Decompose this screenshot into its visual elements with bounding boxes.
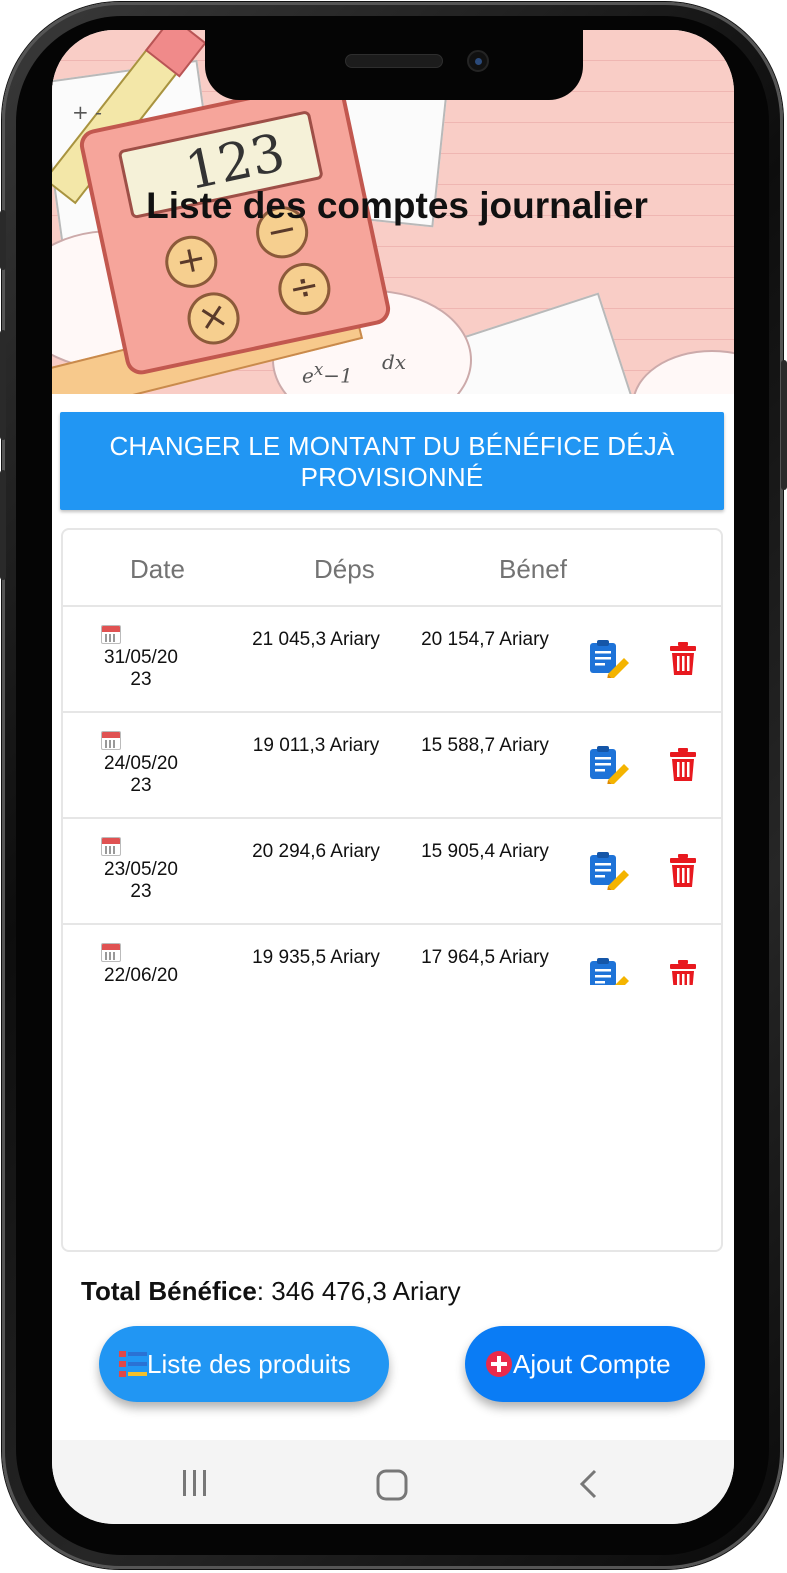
total-value: : 346 476,3 Ariary [256, 1276, 461, 1306]
edit-clipboard-icon[interactable] [588, 850, 630, 890]
product-list-button[interactable]: Liste des produits [99, 1326, 389, 1402]
row-deps: 21 045,3 Ariary [252, 629, 380, 650]
calendar-icon [101, 625, 121, 644]
trash-icon[interactable] [669, 960, 697, 985]
row-date: 23/05/20 23 [104, 859, 178, 902]
app-screen: + - ex−1 dx 123 + − × ÷ Liste des compte… [52, 30, 734, 1524]
row-benef: 20 154,7 Ariary [421, 629, 549, 650]
row-deps: 20 294,6 Ariary [252, 841, 380, 862]
row-date: 31/05/20 23 [104, 647, 178, 690]
recent-apps-icon[interactable] [180, 1468, 210, 1498]
column-header-benef: Bénef [499, 554, 567, 584]
column-header-date: Date [130, 554, 185, 584]
total-label: Total Bénéfice [81, 1276, 257, 1306]
edit-clipboard-icon[interactable] [588, 956, 630, 985]
trash-icon[interactable] [669, 642, 697, 676]
add-account-label: Ajout Compte [513, 1349, 671, 1379]
table-row: 23/05/20 23 20 294,6 Ariary 15 905,4 Ari… [63, 819, 721, 925]
android-navbar [52, 1440, 734, 1524]
table-header: Date Déps Bénef [63, 530, 721, 607]
row-deps: 19 935,5 Ariary [252, 947, 380, 968]
row-benef: 17 964,5 Ariary [421, 947, 549, 968]
speaker-grille [345, 54, 443, 68]
page-title: Liste des comptes journalier [146, 185, 648, 226]
row-deps: 19 011,3 Ariary [252, 735, 380, 756]
product-list-label: Liste des produits [147, 1349, 351, 1379]
volume-button [0, 330, 6, 440]
home-icon[interactable] [375, 1468, 409, 1502]
calendar-icon [101, 731, 121, 750]
calendar-icon [101, 943, 121, 962]
table-row: 31/05/20 23 21 045,3 Ariary 20 154,7 Ari… [63, 607, 721, 713]
row-benef: 15 905,4 Ariary [421, 841, 549, 862]
row-date: 24/05/20 23 [104, 753, 178, 796]
column-header-deps: Déps [314, 554, 375, 584]
power-button [781, 360, 787, 490]
table-row: 24/05/20 23 19 011,3 Ariary 15 588,7 Ari… [63, 713, 721, 819]
row-benef: 15 588,7 Ariary [421, 735, 549, 756]
edit-clipboard-icon[interactable] [588, 744, 630, 784]
front-camera [467, 50, 489, 72]
trash-icon[interactable] [669, 854, 697, 888]
calendar-icon [101, 837, 121, 856]
accounts-table: Date Déps Bénef 31/05/20 23 21 045,3 Ari… [61, 528, 723, 1252]
table-body: 31/05/20 23 21 045,3 Ariary 20 154,7 Ari… [63, 607, 721, 985]
change-profit-amount-button[interactable]: CHANGER LE MONTANT DU BÉNÉFICE DÉJÀ PROV… [60, 412, 724, 510]
edit-clipboard-icon[interactable] [588, 638, 630, 678]
plus-circle-icon [486, 1351, 512, 1377]
volume-button [0, 470, 6, 580]
list-icon [119, 1351, 147, 1377]
volume-button [0, 210, 6, 270]
add-account-button[interactable]: Ajout Compte [465, 1326, 705, 1402]
row-date: 22/06/20 23 [104, 965, 178, 985]
trash-icon[interactable] [669, 748, 697, 782]
phone-notch [205, 30, 583, 100]
back-icon[interactable] [577, 1468, 601, 1500]
total-benefit: Total Bénéfice: 346 476,3 Ariary [81, 1276, 461, 1307]
table-row: 22/06/20 23 19 935,5 Ariary 17 964,5 Ari… [63, 925, 721, 985]
